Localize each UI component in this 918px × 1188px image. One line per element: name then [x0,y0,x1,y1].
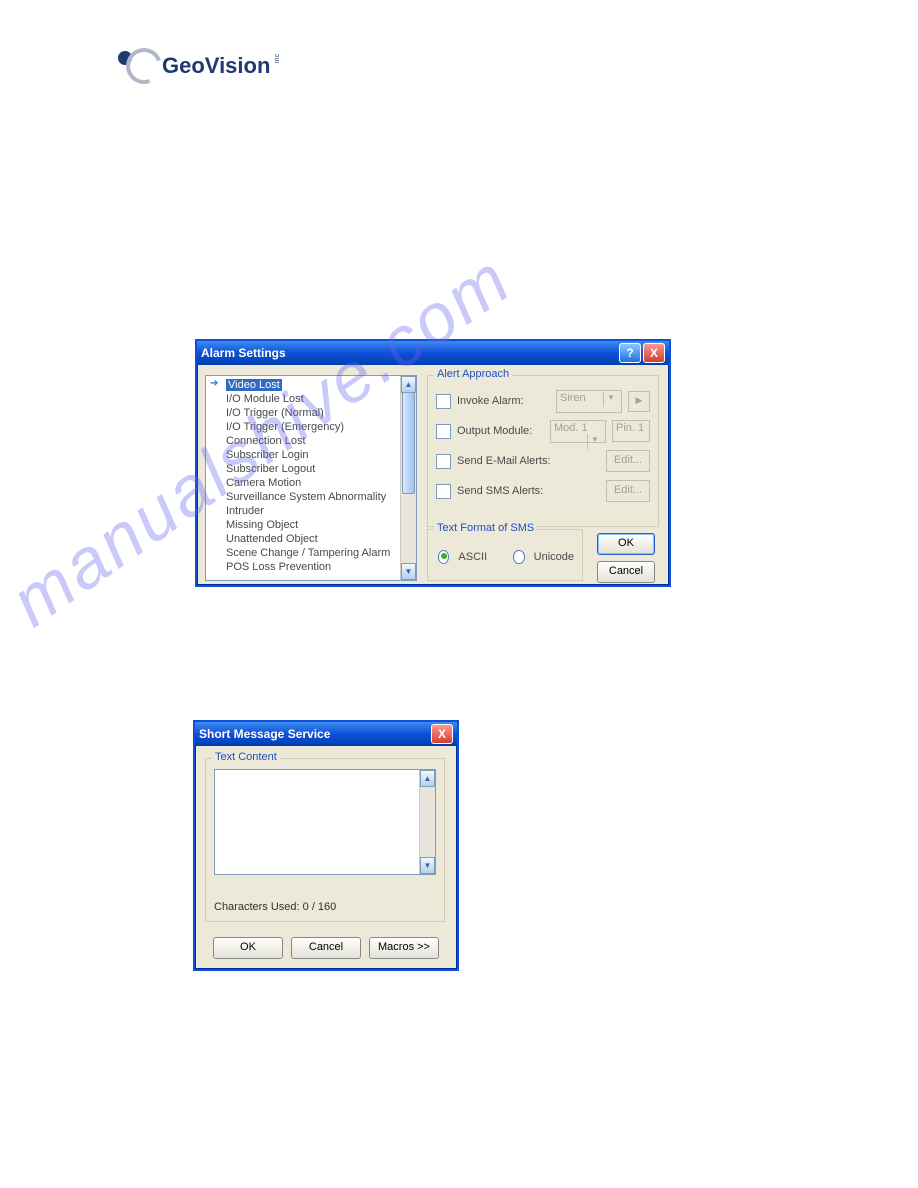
list-item[interactable]: Scene Change / Tampering Alarm [226,546,399,560]
list-item[interactable]: Camera Motion [226,476,399,490]
list-item[interactable]: I/O Module Lost [226,392,399,406]
list-item[interactable]: I/O Trigger (Emergency) [226,420,399,434]
alert-approach-title: Alert Approach [434,368,512,380]
text-format-title: Text Format of SMS [434,522,537,534]
scroll-thumb[interactable] [402,392,415,494]
cancel-button[interactable]: Cancel [597,561,655,583]
ok-button[interactable]: OK [597,533,655,555]
list-item[interactable]: Unattended Object [226,532,399,546]
siren-combo[interactable]: Siren▾ [556,390,622,413]
list-item[interactable]: Missing Object [226,518,399,532]
scroll-up-icon[interactable]: ▲ [420,770,435,787]
sms-alerts-checkbox[interactable] [436,484,451,499]
sms-alerts-label: Send SMS Alerts: [457,485,543,497]
textarea-scrollbar[interactable]: ▲ ▼ [419,770,435,874]
module-combo[interactable]: Mod. 1▾ [550,420,606,443]
output-module-label: Output Module: [457,425,532,437]
alarm-settings-dialog: Alarm Settings ? X ➔ Video Lost I/O Modu… [195,339,671,587]
text-content-title: Text Content [212,751,280,763]
sms-text-input[interactable]: ▲ ▼ [214,769,436,875]
logo-geo: Geo [162,53,205,78]
watermark: manualshive.com [0,186,918,1133]
ascii-label: ASCII [458,551,487,563]
play-button[interactable]: ▶ [628,391,650,412]
invoke-alarm-label: Invoke Alarm: [457,395,524,407]
list-item: Video Lost [226,378,399,392]
help-button[interactable]: ? [619,343,641,363]
alert-approach-group: Alert Approach Invoke Alarm: Siren▾ ▶ Ou… [427,375,659,527]
close-button[interactable]: X [431,724,453,744]
text-content-group: Text Content ▲ ▼ Characters Used: 0 / 16… [205,758,445,922]
list-item[interactable]: I/O Trigger (Normal) [226,406,399,420]
list-item[interactable]: Subscriber Login [226,448,399,462]
sms-title: Short Message Service [199,727,330,741]
scroll-down-icon[interactable]: ▼ [401,563,416,580]
cancel-button[interactable]: Cancel [291,937,361,959]
email-edit-button[interactable]: Edit... [606,450,650,472]
alarm-titlebar[interactable]: Alarm Settings ? X [197,341,669,365]
close-button[interactable]: X [643,343,665,363]
sms-dialog: Short Message Service X Text Content ▲ ▼… [193,720,459,971]
geovision-logo: GeoVision inc [118,48,281,84]
chevron-down-icon: ▾ [603,392,618,407]
alarm-type-list[interactable]: ➔ Video Lost I/O Module Lost I/O Trigger… [205,375,417,581]
scroll-up-icon[interactable]: ▲ [401,376,416,393]
email-alerts-label: Send E-Mail Alerts: [457,455,551,467]
invoke-alarm-checkbox[interactable] [436,394,451,409]
chevron-down-icon: ▾ [587,434,602,449]
output-module-checkbox[interactable] [436,424,451,439]
list-item[interactable]: Surveillance System Abnormality [226,490,399,504]
list-item[interactable]: Subscriber Logout [226,462,399,476]
logo-vision: Vision [205,53,271,78]
unicode-radio[interactable] [513,550,524,564]
email-alerts-checkbox[interactable] [436,454,451,469]
logo-c-icon [120,42,168,90]
list-item[interactable]: Intruder [226,504,399,518]
logo-text: GeoVision [162,53,270,79]
ok-button[interactable]: OK [213,937,283,959]
unicode-label: Unicode [534,551,574,563]
list-item[interactable]: POS Loss Prevention [226,560,399,574]
sms-edit-button[interactable]: Edit... [606,480,650,502]
sms-titlebar[interactable]: Short Message Service X [195,722,457,746]
scroll-down-icon[interactable]: ▼ [420,857,435,874]
characters-used-label: Characters Used: 0 / 160 [214,901,336,913]
text-format-group: Text Format of SMS ASCII Unicode [427,529,583,581]
ascii-radio[interactable] [438,550,449,564]
list-item[interactable]: Connection Lost [226,434,399,448]
alarm-title: Alarm Settings [201,346,286,360]
logo-inc: inc [274,54,281,63]
pin-field[interactable]: Pin. 1 [612,420,650,442]
list-scrollbar[interactable]: ▲ ▼ [400,376,416,580]
macros-button[interactable]: Macros >> [369,937,439,959]
